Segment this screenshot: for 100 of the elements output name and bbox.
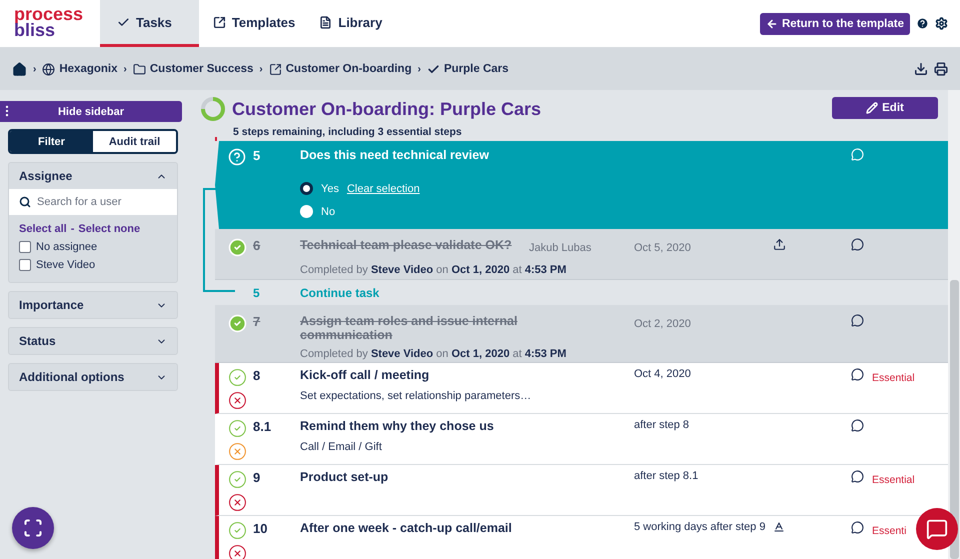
nav-tab[interactable]: Templates: [198, 0, 306, 47]
radio-button[interactable]: [300, 205, 313, 218]
step-title[interactable]: Product set-up: [300, 470, 634, 484]
step-title[interactable]: After one week - catch-up call/email: [300, 521, 634, 535]
comment-icon[interactable]: [851, 314, 864, 327]
edit-button[interactable]: Edit: [832, 97, 938, 119]
filter-section-header[interactable]: Additional options: [9, 364, 177, 390]
upload-icon[interactable]: [773, 238, 786, 251]
search-icon: [19, 196, 31, 208]
due-date: after step 8: [634, 419, 690, 431]
check-circle-icon[interactable]: [228, 419, 247, 438]
check-icon: [117, 16, 130, 28]
breadcrumb-separator: ›: [124, 64, 127, 74]
step-description: Call / Email / Gift: [300, 441, 383, 453]
checkbox[interactable]: [19, 259, 31, 271]
check-circle-icon[interactable]: [228, 521, 247, 540]
answer-label: Yes: [321, 182, 339, 194]
step-number: 10: [253, 521, 268, 536]
check-circle-icon[interactable]: [228, 470, 247, 489]
check-circle-icon[interactable]: [228, 368, 247, 387]
cross-circle-icon[interactable]: [228, 493, 247, 512]
globe-icon: [42, 62, 56, 76]
question-icon: [228, 148, 246, 166]
filter-section-header[interactable]: Status: [9, 328, 177, 354]
step-title[interactable]: Remind them why they chose us: [300, 419, 634, 433]
breadcrumb-link[interactable]: Purple Cars: [426, 62, 509, 76]
document-icon: [319, 16, 332, 28]
search-field[interactable]: Search for a user: [9, 189, 177, 215]
option-label: No assignee: [36, 241, 98, 253]
comment-icon[interactable]: [851, 521, 864, 534]
download-icon[interactable]: [914, 62, 928, 76]
due-date: 5 working days after step 9: [634, 521, 766, 533]
checklist-title: Customer On-boarding: Purple Cars: [232, 98, 542, 120]
filter-section-header[interactable]: Importance: [9, 292, 177, 318]
task-row[interactable]: 8.1 Remind them why they chose us Call / Email / Gift after step 8: [215, 414, 948, 465]
select-all-link[interactable]: Select all: [19, 223, 67, 235]
completion-note: Completed by Steve Video on Oct 1, 2020 at 4:53 PM: [300, 348, 568, 360]
comment-icon[interactable]: [851, 470, 864, 483]
essential-label: Essential: [872, 371, 915, 384]
comment-icon[interactable]: [851, 368, 864, 381]
task-row[interactable]: 9 Product set-up after step 8.1 Essential: [215, 465, 948, 516]
step-number: 5: [253, 286, 261, 300]
breadcrumb-separator: ›: [418, 64, 421, 74]
assignee-name: Jakub Lubas: [529, 242, 592, 254]
logo[interactable]: process bliss: [0, 0, 100, 47]
step-number: 7: [253, 314, 262, 329]
box-arrow-icon: [212, 16, 226, 28]
breadcrumb-separator: ›: [33, 64, 36, 74]
return-button[interactable]: Return to the template: [760, 12, 910, 34]
essential-label: Essential: [872, 473, 915, 486]
due-date: Oct 5, 2020: [634, 242, 691, 254]
box-arrow-icon: [268, 62, 282, 76]
essential-label: Essenti: [872, 524, 906, 537]
step-number: 9: [253, 470, 262, 485]
separator-text: -: [70, 223, 74, 235]
step-description: Set expectations, set relationship parameters…: [300, 390, 532, 402]
due-date: after step 8.1: [634, 470, 698, 482]
comment-icon[interactable]: [851, 238, 864, 251]
step-title[interactable]: Kick-off call / meeting: [300, 368, 634, 382]
folder-icon: [132, 62, 146, 76]
completion-note: Completed by Steve Video on Oct 1, 2020 at 4:53 PM: [300, 264, 568, 276]
filter-section-header[interactable]: Assignee: [9, 163, 177, 189]
breadcrumb-link[interactable]: Customer Success: [132, 62, 254, 76]
select-none-link[interactable]: Select none: [78, 223, 140, 235]
due-date: Oct 4, 2020: [634, 368, 691, 380]
comment-icon[interactable]: [851, 419, 864, 432]
print-icon[interactable]: [934, 62, 948, 76]
checkbox[interactable]: [19, 241, 31, 253]
option-label: Steve Video: [36, 259, 96, 271]
step-number: 5: [253, 148, 262, 163]
step-number: 8: [253, 368, 262, 383]
check-icon: [426, 62, 440, 76]
completed-task-row[interactable]: 6 Technical team please validate OK? Jakub Lubas Oct 5, 2020 Completed by Steve Video on Oct 1, 2020 at 4:53 PM: [215, 229, 948, 280]
hide-sidebar-button[interactable]: Hide sidebar: [0, 101, 182, 122]
sidebar-tab[interactable]: Audit trail: [93, 131, 176, 152]
answer-label: No: [321, 206, 336, 218]
step-number: 6: [253, 238, 262, 253]
scrollbar-thumb[interactable]: [950, 280, 959, 559]
steps-summary: 5 steps remaining, including 3 essential steps: [232, 126, 463, 138]
pencil-icon: [866, 102, 878, 114]
task-row[interactable]: 8 Kick-off call / meeting Set expectations, set relationship parameters… Oct 4, 2020 Essential: [215, 363, 948, 414]
breadcrumb-link[interactable]: Customer On-boarding: [268, 62, 412, 76]
breadcrumb-separator: ›: [259, 64, 263, 74]
due-date: Oct 2, 2020: [634, 318, 691, 330]
nav-tab[interactable]: Library: [305, 0, 392, 47]
radio-button[interactable]: [300, 182, 313, 195]
task-row[interactable]: 10 After one week - catch-up call/email 5 working days after step 9 Essenti: [215, 516, 948, 559]
arrow-left-icon: [766, 18, 778, 30]
step-number: 8.1: [253, 419, 272, 434]
completed-task-row[interactable]: 7 Assign team roles and issue internal communication Oct 2, 2020 Completed by Steve Video on Oct 1, 2020 at 4:53 PM: [215, 305, 948, 363]
fullscreen-button[interactable]: [12, 507, 54, 549]
chat-icon: [926, 518, 948, 540]
help-icon[interactable]: [916, 17, 929, 30]
nav-tab[interactable]: Tasks: [100, 0, 199, 47]
sidebar-tab[interactable]: Filter: [10, 131, 93, 152]
settings-icon[interactable]: [935, 17, 948, 30]
breadcrumb-link[interactable]: Hexagonix: [42, 62, 118, 76]
home-icon[interactable]: [12, 62, 27, 76]
cross-circle-icon[interactable]: [228, 391, 247, 410]
expand-icon: [23, 518, 43, 538]
